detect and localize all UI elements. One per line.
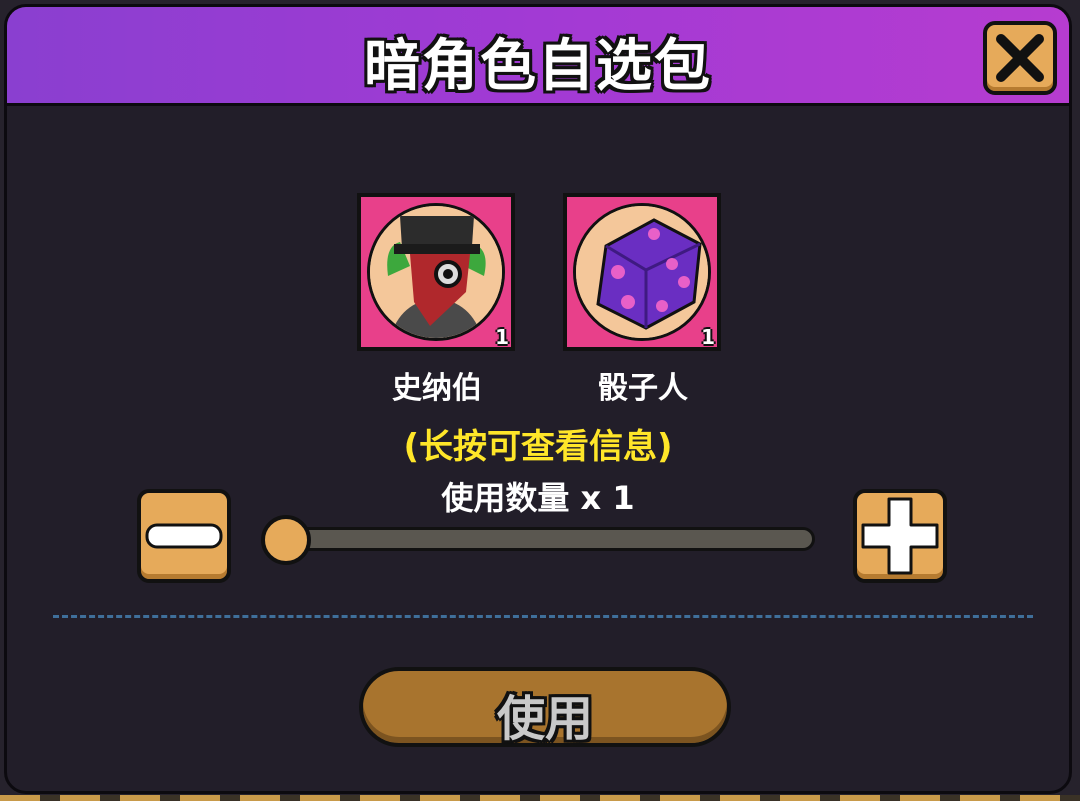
decrease-button[interactable] bbox=[137, 489, 231, 583]
dialog-title-bar: 暗角色自选包 bbox=[7, 7, 1069, 106]
long-press-hint: (长按可查看信息) bbox=[403, 427, 673, 467]
purple-dice-portrait-icon bbox=[573, 203, 711, 341]
character-name: 骰子人 bbox=[598, 371, 688, 406]
close-button[interactable] bbox=[983, 21, 1057, 95]
section-divider bbox=[53, 615, 1033, 618]
close-x-icon bbox=[996, 34, 1044, 82]
card-count: 1 bbox=[495, 325, 509, 349]
plague-doctor-portrait-icon bbox=[367, 203, 505, 341]
minus-icon bbox=[145, 523, 223, 549]
card-count: 1 bbox=[701, 325, 715, 349]
character-card-snabor[interactable]: 1 bbox=[357, 193, 515, 351]
use-button[interactable]: 使用 bbox=[359, 667, 731, 747]
background-ui-strip bbox=[0, 795, 1080, 801]
quantity-slider-track[interactable] bbox=[279, 527, 815, 551]
increase-button[interactable] bbox=[853, 489, 947, 583]
quantity-slider-knob[interactable] bbox=[261, 515, 311, 565]
dialog-title: 暗角色自选包 bbox=[364, 34, 712, 99]
character-name: 史纳伯 bbox=[392, 371, 482, 406]
character-pack-dialog: 暗角色自选包 1 史纳伯 1 骰子人 (长按可查看信息) 使用数量 x 1 使用 bbox=[4, 4, 1072, 794]
use-button-label: 使用 bbox=[496, 691, 593, 747]
plus-icon bbox=[861, 497, 939, 575]
character-card-dice-man[interactable]: 1 bbox=[563, 193, 721, 351]
